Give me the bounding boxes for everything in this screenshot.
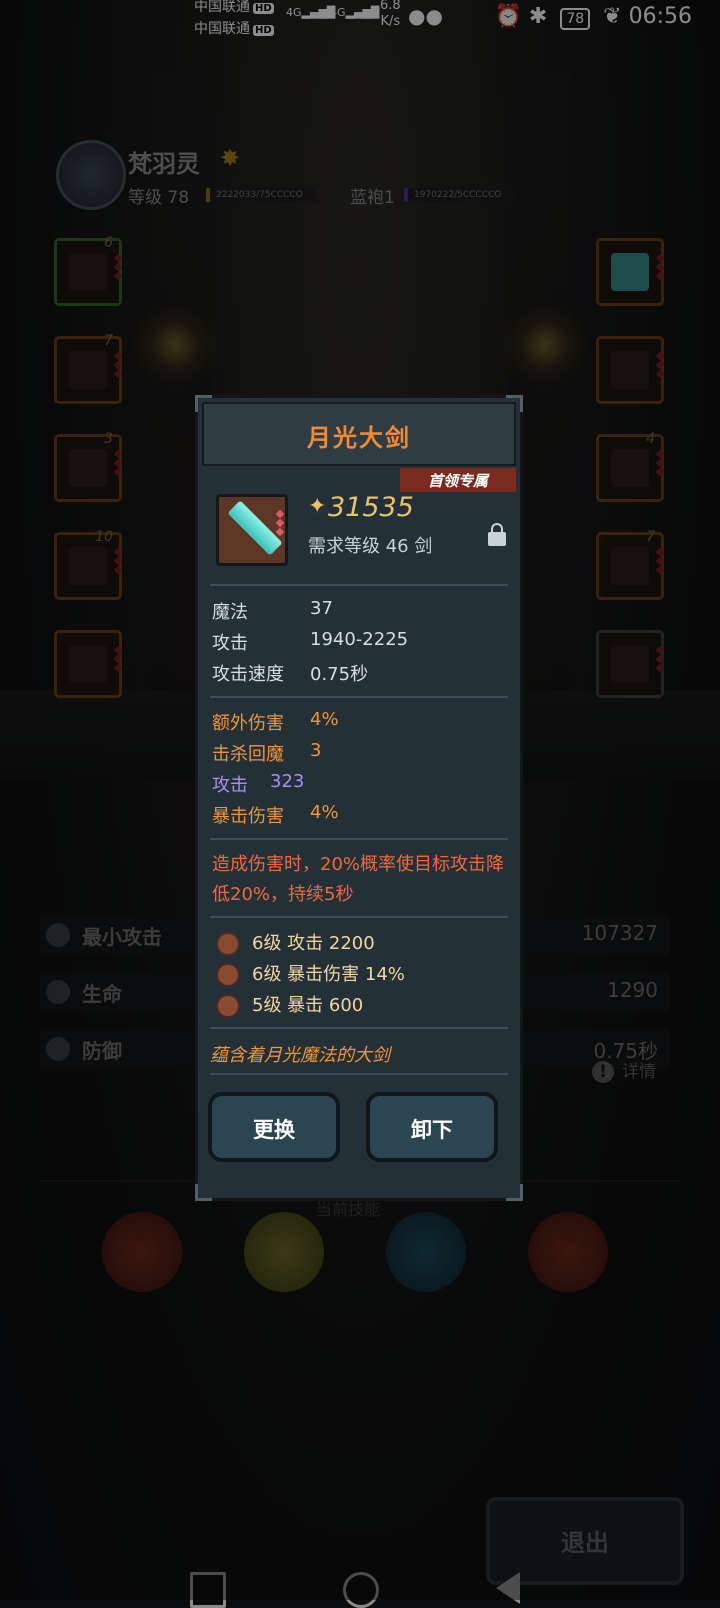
base-stat-row: 魔法 37 [212,598,333,623]
unequip-button[interactable]: 卸下 [366,1092,498,1162]
bonus-stat-row: 攻击 323 [212,771,305,796]
bonus-stat-row: 暴击伤害 4% [212,802,339,827]
item-flavor-text: 蕴含着月光魔法的大剑 [210,1045,390,1066]
frame-corner [506,1184,523,1201]
divider [210,1073,508,1075]
frame-corner [506,395,523,412]
frame-corner [195,1184,212,1201]
base-stat-row: 攻击 1940-2225 [212,629,409,654]
divider [210,584,508,586]
item-requirement: 需求等级 46 剑 [308,536,433,557]
sword-icon [216,494,288,566]
divider [210,838,508,840]
socket-gem-row: 5级 暴击 600 [216,991,363,1018]
item-title: 月光大剑 [307,424,411,452]
divider [210,1027,508,1029]
base-stat-row: 攻击速度 0.75秒 [212,664,369,685]
dialog-header: 月光大剑 [202,402,516,466]
replace-button[interactable]: 更换 [208,1092,340,1162]
divider [210,696,508,698]
divider [210,916,508,918]
gem-icon [216,963,240,987]
lock-icon[interactable] [488,523,506,546]
power-icon: ✦ [308,494,327,519]
bonus-stat-row: 击杀回魔 3 [212,740,322,765]
item-special-effect: 造成伤害时，20%概率使目标攻击降低20%，持续5秒 [212,854,505,905]
bonus-stat-row: 额外伤害 4% [212,709,339,734]
socket-gem-row: 6级 暴击伤害 14% [216,960,405,987]
socket-gem-row: 6级 攻击 2200 [216,929,375,956]
frame-corner [195,395,212,412]
item-power: 31535 [328,492,414,523]
boss-exclusive-badge: 首领专属 [400,468,516,492]
item-detail-dialog: 月光大剑 首领专属 ✦ 31535 需求等级 46 剑 魔法 37 攻击 1940-… [195,395,523,1201]
gem-icon [216,994,240,1018]
gem-icon [216,932,240,956]
